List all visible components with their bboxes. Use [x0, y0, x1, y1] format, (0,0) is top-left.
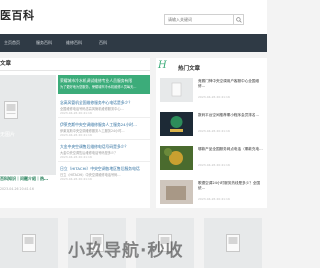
- list-item[interactable]: 念高风管机全国维修服务中心电话是多少？ 全国维修电话号码念高风管机维修服务中心……: [58, 97, 150, 116]
- thumbnail-tile[interactable]: [204, 218, 262, 268]
- nav-item-service[interactable]: 服务百科: [36, 34, 52, 52]
- image-placeholder-icon: [4, 101, 18, 119]
- list-item[interactable]: 荣耀城市冷水机调试维修专业人员服务有限 为了更好地为您服务，荣耀城市冷水机维修人…: [58, 75, 150, 94]
- list-item[interactable]: 伊莱克斯中央空调维修服务人工服务24小时… 伊莱克斯中央空调维修服务人工服务24…: [58, 119, 150, 138]
- divider: [58, 161, 150, 162]
- thumbnail-caption: 无图片: [0, 132, 16, 138]
- image-placeholder-icon: [226, 234, 240, 252]
- hot-item-title[interactable]: 歌德空调24小时服务热线是多少？全国统…: [198, 181, 265, 191]
- main-nav: 主页首页 服务百科 维修百科 百科: [0, 34, 267, 52]
- hot-title: 热门文章: [178, 66, 201, 72]
- article-date: 2023-04-26 20:41:16: [60, 133, 92, 137]
- hot-item-date: 2023-04-26 20:41:16: [198, 163, 230, 167]
- hot-thumbnail[interactable]: [160, 112, 193, 136]
- hot-item-date: 2023-04-26 20:41:16: [198, 129, 230, 133]
- divider: [58, 139, 150, 140]
- nav-item-home[interactable]: 主页首页: [4, 34, 20, 52]
- nav-item-repair[interactable]: 维修百科: [66, 34, 82, 52]
- article-desc: 为了更好地为您服务，荣耀城市冷水机维修人员每天…: [60, 85, 137, 89]
- site-header: 医百科: [0, 0, 267, 34]
- image-placeholder-icon: [22, 234, 36, 252]
- hot-letter: H: [158, 60, 167, 71]
- section-title: 文章: [0, 61, 12, 67]
- list-item[interactable]: 日立（HITACHI）中央空调各地区售后服务电话 日立（HITACHI）中央空调…: [58, 163, 150, 182]
- article-date: 2023-04-26 20:41:16: [60, 177, 92, 181]
- hot-articles-section: H 热门文章 竞赛门神中央空调用户客服中心全国维修… 2023-04-26 20…: [156, 58, 267, 208]
- featured-thumbnail[interactable]: 无图片: [0, 75, 56, 175]
- hot-item-date: 2023-04-26 20:41:16: [198, 95, 230, 99]
- article-date: 2023-04-26 20:41:16: [60, 111, 92, 115]
- page: 医百科 主页首页 服务百科 维修百科 百科 文章 无图片 百科知识｜问题介绍｜热…: [0, 0, 267, 268]
- hot-item[interactable]: 竞赛门神中央空调用户客服中心全国维修… 2023-04-26 20:41:16: [156, 76, 267, 104]
- watermark-text: 小玖导航·秒收: [68, 241, 184, 261]
- nature-photo-image: [160, 146, 193, 170]
- divider: [58, 117, 150, 118]
- article-date: 2023-04-26 20:41:16: [60, 155, 92, 159]
- nav-item-wiki[interactable]: 百科: [99, 34, 107, 52]
- search-input[interactable]: [164, 14, 234, 25]
- game-logo-image: [160, 112, 193, 136]
- hot-item[interactable]: 数码平台空间推荐哪小程序会员排名… 2023-04-26 20:41:16: [156, 110, 267, 138]
- hot-thumbnail[interactable]: [160, 146, 193, 170]
- photo-image: [160, 180, 193, 204]
- hot-item-title[interactable]: 哪款产品全国服务网点电话（哪款充电…: [198, 147, 265, 152]
- search-icon: [236, 17, 242, 23]
- hot-item[interactable]: 哪款产品全国服务网点电话（哪款充电… 2023-04-26 20:41:16: [156, 144, 267, 172]
- list-item[interactable]: 大金中央空调售后维修电话号码是多少？ 大金中央空调售后维修电话号码是多少？ 20…: [58, 141, 150, 160]
- featured-title[interactable]: 百科知识｜问题介绍｜热…: [0, 176, 48, 182]
- article-section: 文章 无图片 百科知识｜问题介绍｜热… 2023-04-26 20:41:16 …: [0, 58, 150, 208]
- hot-item-title[interactable]: 数码平台空间推荐哪小程序会员排名…: [198, 113, 265, 118]
- divider: [0, 70, 150, 71]
- hot-item[interactable]: 歌德空调24小时服务热线是多少？全国统… 2023-04-26 20:41:16: [156, 178, 267, 206]
- site-logo[interactable]: 医百科: [0, 7, 35, 22]
- image-placeholder-icon: [171, 82, 182, 97]
- hot-thumbnail[interactable]: [160, 78, 193, 102]
- featured-date: 2023-04-26 20:41:16: [0, 187, 34, 191]
- search-button[interactable]: [234, 14, 244, 25]
- hot-thumbnail[interactable]: [160, 180, 193, 204]
- hot-item-title[interactable]: 竞赛门神中央空调用户客服中心全国维修…: [198, 79, 265, 89]
- hot-item-date: 2023-04-26 20:41:16: [198, 197, 230, 201]
- thumbnail-tile[interactable]: [0, 218, 58, 268]
